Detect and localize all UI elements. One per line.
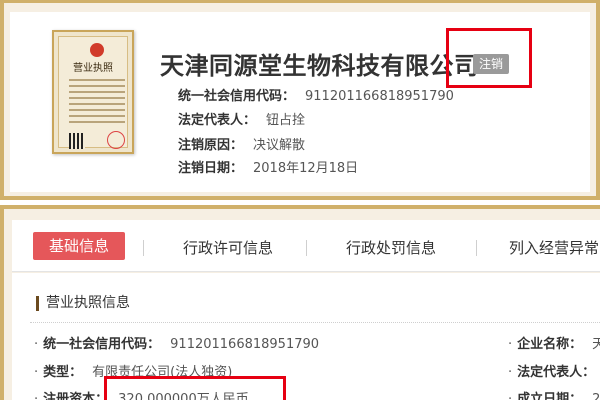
bullet-dot: ·	[508, 365, 513, 380]
business-license-thumbnail[interactable]: 营业执照	[52, 30, 134, 154]
bullet-dot: ·	[34, 392, 39, 400]
license-inner: 营业执照	[58, 36, 128, 149]
field-established-date: · 成立日期： 2	[508, 388, 600, 400]
field-value: 天	[592, 337, 600, 352]
summary-row-cancel-date: 注销日期： 2018年12月18日	[178, 157, 358, 176]
section-divider	[30, 322, 600, 323]
summary-row-cancel-reason: 注销原因： 决议解散	[178, 134, 305, 153]
field-label: 统一社会信用代码：	[43, 337, 161, 352]
summary-label: 注销原因：	[178, 138, 244, 153]
summary-value: 911201166818951790	[305, 89, 454, 104]
tab-bar: 基础信息 行政许可信息 行政处罚信息 列入经营异常	[12, 220, 600, 272]
field-value: 2	[592, 392, 600, 400]
tab-divider	[143, 240, 144, 256]
field-label: 注册资本：	[43, 392, 109, 400]
tab-basic-info[interactable]: 基础信息	[33, 232, 125, 260]
summary-label: 统一社会信用代码：	[178, 89, 296, 104]
field-value: 911201166818951790	[170, 337, 320, 352]
tab-admin-penalty[interactable]: 行政处罚信息	[346, 237, 436, 258]
national-emblem-icon	[90, 43, 104, 57]
summary-value: 2018年12月18日	[253, 161, 359, 176]
summary-row-legal-rep: 法定代表人： 钮占拴	[178, 109, 305, 128]
field-company-name: · 企业名称： 天	[508, 333, 600, 352]
license-thumbnail-title: 营业执照	[73, 63, 113, 74]
summary-value: 钮占拴	[266, 113, 306, 128]
bullet-dot: ·	[508, 337, 513, 352]
tab-admin-license[interactable]: 行政许可信息	[183, 237, 273, 258]
company-name: 天津同源堂生物科技有限公司	[160, 52, 479, 80]
summary-label: 法定代表人：	[178, 113, 257, 128]
field-label: 法定代表人：	[517, 365, 596, 380]
field-label: 企业名称：	[517, 337, 583, 352]
status-highlight-box	[446, 28, 532, 88]
qr-code-icon	[69, 133, 85, 149]
tab-divider	[306, 240, 307, 256]
bullet-dot: ·	[508, 392, 513, 400]
tab-divider	[476, 240, 477, 256]
section-title: 营业执照信息	[36, 296, 130, 311]
field-legal-representative: · 法定代表人：	[508, 361, 600, 380]
field-label: 成立日期：	[517, 392, 583, 400]
field-label: 类型：	[43, 365, 83, 380]
summary-label: 注销日期：	[178, 161, 244, 176]
capital-highlight-box	[104, 376, 286, 400]
field-credit-code: · 统一社会信用代码： 911201166818951790	[34, 333, 319, 352]
tab-abnormal-operation[interactable]: 列入经营异常	[509, 237, 599, 258]
bullet-dot: ·	[34, 337, 39, 352]
summary-row-credit-code: 统一社会信用代码： 911201166818951790	[178, 85, 454, 104]
bullet-dot: ·	[34, 365, 39, 380]
official-stamp-icon	[107, 131, 125, 149]
license-text-lines	[69, 79, 125, 127]
summary-value: 决议解散	[253, 138, 306, 153]
